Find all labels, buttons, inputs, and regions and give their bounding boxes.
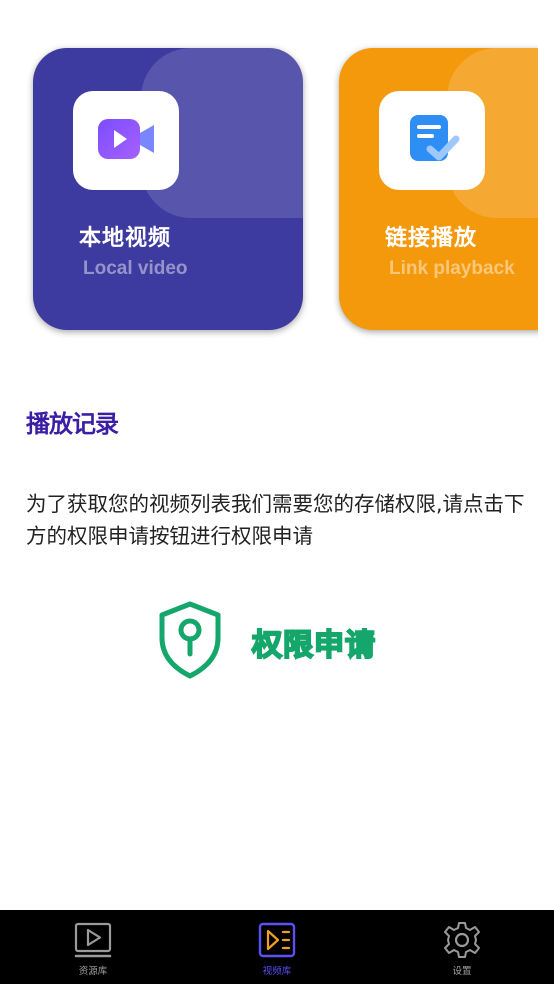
card-subtitle: Link playback xyxy=(389,258,515,279)
tab-label: 视频库 xyxy=(262,966,292,977)
tab-label: 资源库 xyxy=(78,966,108,977)
tab-videos[interactable]: 视频库 xyxy=(227,910,327,984)
tab-label: 设置 xyxy=(452,966,472,977)
permission-request-button[interactable]: 权限申请 xyxy=(156,600,396,684)
shield-key-icon xyxy=(156,600,224,684)
video-camera-icon xyxy=(96,115,156,167)
local-video-card[interactable]: 本地视频 Local video xyxy=(33,48,303,330)
play-history-heading: 播放记录 xyxy=(26,404,158,439)
permission-message: 为了获取您的视频列表我们需要您的存储权限,请点击下方的权限申请按钮进行权限申请 xyxy=(26,492,525,548)
card-subtitle: Local video xyxy=(83,258,188,279)
play-screen-icon xyxy=(74,921,112,959)
app-screen: 本地视频 Local video 链接播放 Link playback 播放记录… xyxy=(0,0,554,984)
document-check-icon xyxy=(404,111,460,171)
card-icon-box xyxy=(73,91,179,190)
link-playback-card[interactable]: 链接播放 Link playback xyxy=(339,48,538,330)
permission-request-label: 权限申请 xyxy=(251,627,376,664)
gear-icon xyxy=(443,921,481,959)
play-history-title: 播放记录 xyxy=(26,410,119,438)
card-title: 链接播放 xyxy=(385,226,478,251)
card-title: 本地视频 xyxy=(79,226,172,251)
tab-resources[interactable]: 资源库 xyxy=(43,910,143,984)
video-list-icon xyxy=(258,921,296,959)
tab-settings[interactable]: 设置 xyxy=(412,910,512,984)
card-icon-box xyxy=(379,91,485,190)
bottom-tab-bar: 资源库 视频库 设置 xyxy=(0,910,554,984)
